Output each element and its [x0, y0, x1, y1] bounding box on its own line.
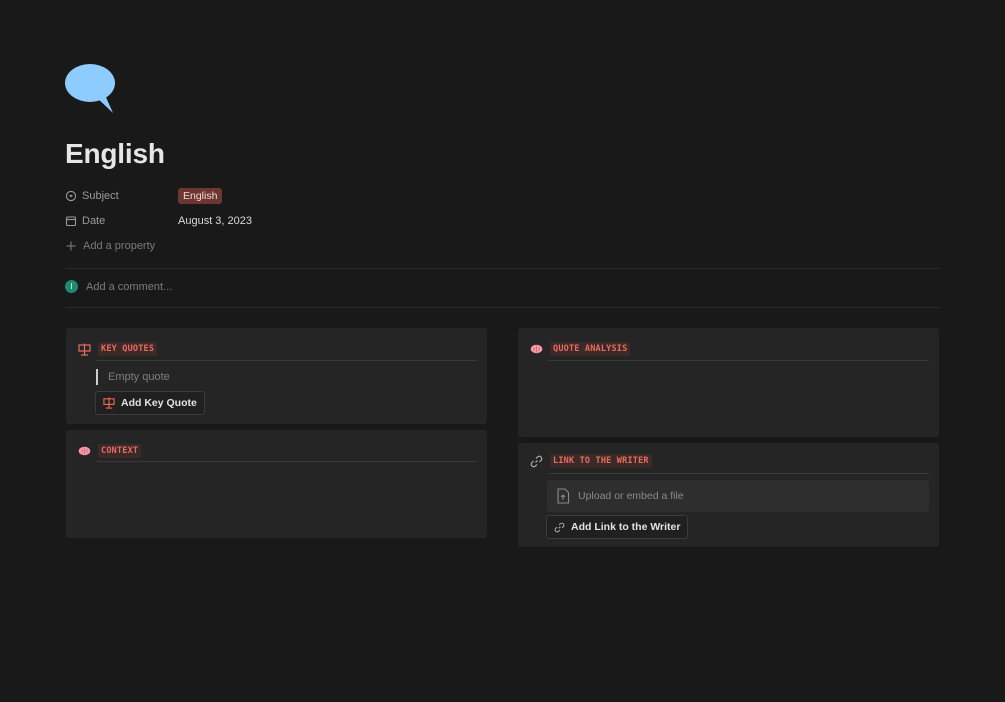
link-icon: [554, 522, 565, 532]
add-property-button[interactable]: Add a property: [65, 236, 155, 256]
plus-icon: [66, 241, 76, 251]
property-subject[interactable]: Subject English: [65, 186, 223, 206]
select-circle-icon: [65, 190, 77, 202]
comment-input[interactable]: Add a comment...: [86, 281, 172, 293]
key-quote-icon: [103, 397, 115, 409]
divider: [65, 268, 940, 269]
property-key-date[interactable]: Date: [65, 215, 178, 227]
file-upload-icon: [557, 488, 570, 504]
context-card: CONTEXT: [66, 430, 487, 538]
comment-row[interactable]: I Add a comment...: [65, 280, 172, 293]
add-key-quote-button[interactable]: Add Key Quote: [95, 391, 205, 415]
button-label: Add Link to the Writer: [571, 521, 681, 533]
card-label: CONTEXT: [98, 444, 142, 458]
card-header: LINK TO THE WRITER: [528, 451, 929, 471]
card-header: QUOTE ANALYSIS: [528, 339, 929, 359]
upload-label: Upload or embed a file: [578, 490, 684, 502]
card-header: CONTEXT: [76, 441, 477, 461]
divider: [65, 307, 940, 308]
card-label: KEY QUOTES: [98, 342, 158, 356]
quote-analysis-card: QUOTE ANALYSIS: [518, 328, 939, 437]
avatar: I: [65, 280, 78, 293]
property-key-subject[interactable]: Subject: [65, 190, 178, 202]
add-link-writer-button[interactable]: Add Link to the Writer: [546, 515, 689, 539]
subject-tag[interactable]: English: [178, 188, 223, 204]
card-label: LINK TO THE WRITER: [550, 454, 652, 468]
property-key-label: Date: [82, 215, 106, 227]
brain-icon: [528, 341, 544, 357]
card-divider: [548, 360, 929, 361]
card-divider: [96, 461, 477, 462]
property-key-label: Subject: [82, 190, 119, 202]
brain-icon: [76, 443, 92, 459]
calendar-icon: [65, 216, 77, 227]
card-divider: [96, 360, 477, 361]
button-label: Add Key Quote: [121, 397, 197, 409]
add-property-label: Add a property: [83, 240, 156, 252]
empty-quote[interactable]: Empty quote: [96, 369, 170, 385]
property-date[interactable]: Date August 3, 2023: [65, 211, 252, 231]
card-header: KEY QUOTES: [76, 339, 477, 359]
card-label: QUOTE ANALYSIS: [550, 342, 631, 356]
date-value[interactable]: August 3, 2023: [178, 215, 252, 227]
link-writer-card: LINK TO THE WRITER Upload or embed a fil…: [518, 443, 939, 547]
page-title[interactable]: English: [65, 138, 165, 170]
link-icon: [528, 453, 544, 469]
speech-bubble-icon[interactable]: [65, 62, 117, 114]
upload-file-block[interactable]: Upload or embed a file: [547, 480, 929, 512]
key-quotes-card: KEY QUOTES Empty quote Add Key Quote: [66, 328, 487, 424]
key-quote-icon: [76, 341, 92, 357]
card-divider: [548, 473, 929, 474]
